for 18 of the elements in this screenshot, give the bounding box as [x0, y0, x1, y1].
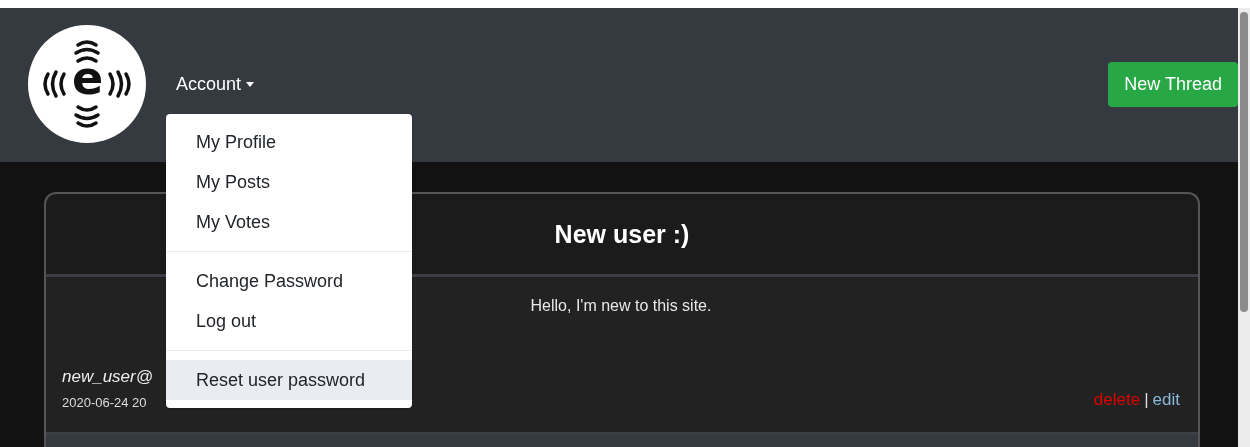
dropdown-item[interactable]: My Posts [166, 162, 412, 202]
post-date: 2020-06-24 20 [62, 395, 148, 410]
post-body: Hello, I'm new to this site. [529, 297, 713, 315]
caret-icon [246, 82, 255, 87]
dropdown-item[interactable]: My Profile [166, 122, 412, 162]
edit-link[interactable]: edit [1152, 390, 1180, 410]
post-author: new_user@ [62, 367, 153, 387]
logo[interactable]: e [28, 25, 146, 143]
dropdown-item[interactable]: Log out [166, 301, 412, 341]
separator: | [1144, 390, 1149, 410]
account-dropdown-toggle[interactable]: Account [176, 74, 255, 95]
dropdown-item[interactable]: Change Password [166, 261, 412, 301]
thread-title: New user :) [554, 219, 690, 249]
dropdown-item[interactable]: My Votes [166, 202, 412, 242]
dropdown-item[interactable]: Reset user password [166, 360, 412, 400]
logo-letter: e [72, 55, 102, 101]
scrollbar[interactable] [1238, 8, 1250, 447]
scrollbar-thumb[interactable] [1240, 12, 1248, 312]
